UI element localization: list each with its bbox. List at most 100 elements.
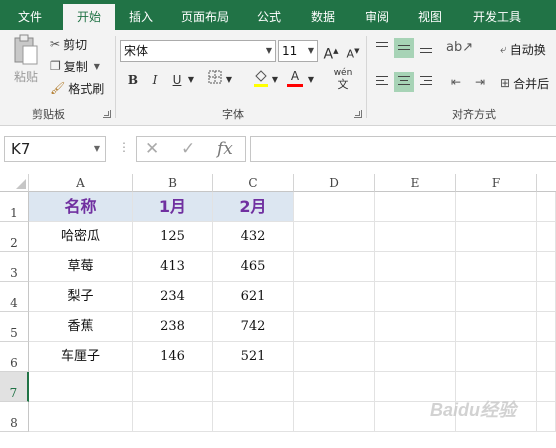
clipboard-launcher-icon[interactable] bbox=[103, 110, 111, 118]
empty-cell[interactable] bbox=[133, 372, 213, 402]
table-cell[interactable]: 521 bbox=[213, 342, 294, 372]
borders-dropdown-icon[interactable]: ▼ bbox=[224, 70, 234, 90]
column-header-g[interactable] bbox=[537, 174, 556, 192]
table-cell[interactable]: 413 bbox=[133, 252, 213, 282]
copy-button[interactable]: ❐ 复制 ▼ bbox=[50, 57, 100, 75]
enter-icon[interactable]: ✓ bbox=[181, 139, 195, 159]
empty-cell[interactable] bbox=[294, 402, 375, 432]
table-cell[interactable]: 238 bbox=[133, 312, 213, 342]
empty-cell[interactable] bbox=[537, 312, 556, 342]
table-header-cell[interactable]: 名称 bbox=[29, 192, 133, 222]
table-cell[interactable]: 234 bbox=[133, 282, 213, 312]
shrink-font-button[interactable]: A▼ bbox=[344, 41, 362, 61]
column-header-c[interactable]: C bbox=[213, 174, 294, 192]
font-size-select[interactable]: 11 ▼ bbox=[278, 40, 318, 62]
table-cell[interactable]: 梨子 bbox=[29, 282, 133, 312]
empty-cell[interactable] bbox=[456, 192, 537, 222]
row-header-1[interactable]: 1 bbox=[0, 192, 29, 222]
tab-review[interactable]: 审阅 bbox=[356, 4, 398, 30]
bold-button[interactable]: B bbox=[124, 70, 142, 90]
phonetic-button[interactable]: wén 文 bbox=[330, 68, 356, 90]
align-right-button[interactable] bbox=[416, 72, 436, 92]
table-cell[interactable]: 465 bbox=[213, 252, 294, 282]
tab-insert[interactable]: 插入 bbox=[120, 4, 162, 30]
fill-color-button[interactable] bbox=[252, 68, 270, 88]
wrap-text-button[interactable]: ⤶ 自动换 bbox=[500, 40, 546, 58]
empty-cell[interactable] bbox=[375, 192, 456, 222]
borders-button[interactable] bbox=[206, 70, 224, 90]
table-cell[interactable]: 车厘子 bbox=[29, 342, 133, 372]
column-header-e[interactable]: E bbox=[375, 174, 456, 192]
empty-cell[interactable] bbox=[294, 222, 375, 252]
align-center-button[interactable] bbox=[394, 72, 414, 92]
tab-file[interactable]: 文件 bbox=[6, 4, 54, 30]
underline-button[interactable]: U bbox=[168, 70, 186, 90]
table-cell[interactable]: 146 bbox=[133, 342, 213, 372]
copy-dropdown-icon[interactable]: ▼ bbox=[94, 62, 100, 71]
row-header-4[interactable]: 4 bbox=[0, 282, 29, 312]
empty-cell[interactable] bbox=[294, 372, 375, 402]
empty-cell[interactable] bbox=[537, 282, 556, 312]
empty-cell[interactable] bbox=[213, 372, 294, 402]
empty-cell[interactable] bbox=[537, 222, 556, 252]
row-header-8[interactable]: 8 bbox=[0, 402, 29, 432]
worksheet-grid[interactable]: A B C D E F 12345678 名称 1月 2月 哈密瓜 125 432 草莓 41… bbox=[0, 174, 556, 448]
empty-cell[interactable] bbox=[537, 402, 556, 432]
orientation-button[interactable]: ab↗ bbox=[446, 38, 473, 58]
empty-cell[interactable] bbox=[537, 192, 556, 222]
tab-formulas[interactable]: 公式 bbox=[248, 4, 290, 30]
tab-page-layout[interactable]: 页面布局 bbox=[173, 4, 237, 30]
tab-developer[interactable]: 开发工具 bbox=[466, 4, 528, 30]
align-middle-button[interactable] bbox=[394, 38, 414, 58]
column-header-f[interactable]: F bbox=[456, 174, 537, 192]
decrease-indent-button[interactable]: ⇤ bbox=[446, 72, 466, 92]
merge-center-button[interactable]: ⊞ 合并后 bbox=[500, 74, 549, 92]
empty-cell[interactable] bbox=[456, 312, 537, 342]
empty-cell[interactable] bbox=[294, 342, 375, 372]
empty-cell[interactable] bbox=[294, 252, 375, 282]
insert-function-icon[interactable]: fx bbox=[217, 139, 233, 159]
table-cell[interactable]: 742 bbox=[213, 312, 294, 342]
empty-cell[interactable] bbox=[456, 282, 537, 312]
align-left-button[interactable] bbox=[372, 72, 392, 92]
cancel-icon[interactable]: ✕ bbox=[145, 139, 159, 159]
empty-cell[interactable] bbox=[375, 222, 456, 252]
increase-indent-button[interactable]: ⇥ bbox=[470, 72, 490, 92]
empty-cell[interactable] bbox=[29, 402, 133, 432]
grow-font-button[interactable]: A▲ bbox=[322, 41, 340, 63]
table-cell[interactable]: 621 bbox=[213, 282, 294, 312]
column-header-a[interactable]: A bbox=[29, 174, 133, 192]
table-header-cell[interactable]: 1月 bbox=[133, 192, 213, 222]
empty-cell[interactable] bbox=[133, 402, 213, 432]
empty-cell[interactable] bbox=[375, 342, 456, 372]
row-header-2[interactable]: 2 bbox=[0, 222, 29, 252]
align-top-button[interactable] bbox=[372, 38, 392, 58]
underline-dropdown-icon[interactable]: ▼ bbox=[186, 70, 196, 90]
empty-cell[interactable] bbox=[294, 192, 375, 222]
align-bottom-button[interactable] bbox=[416, 38, 436, 58]
empty-cell[interactable] bbox=[537, 252, 556, 282]
row-header-3[interactable]: 3 bbox=[0, 252, 29, 282]
font-color-button[interactable]: A bbox=[286, 68, 304, 88]
font-name-select[interactable]: 宋体 ▼ bbox=[120, 40, 276, 62]
column-header-b[interactable]: B bbox=[133, 174, 213, 192]
empty-cell[interactable] bbox=[294, 282, 375, 312]
empty-cell[interactable] bbox=[213, 402, 294, 432]
empty-cell[interactable] bbox=[294, 312, 375, 342]
column-header-d[interactable]: D bbox=[294, 174, 375, 192]
table-cell[interactable]: 432 bbox=[213, 222, 294, 252]
empty-cell[interactable] bbox=[456, 342, 537, 372]
formula-input[interactable] bbox=[250, 136, 556, 162]
table-cell[interactable]: 草莓 bbox=[29, 252, 133, 282]
table-header-cell[interactable]: 2月 bbox=[213, 192, 294, 222]
font-launcher-icon[interactable] bbox=[354, 110, 362, 118]
font-color-dropdown-icon[interactable]: ▼ bbox=[306, 70, 316, 90]
empty-cell[interactable] bbox=[375, 282, 456, 312]
empty-cell[interactable] bbox=[537, 372, 556, 402]
empty-cell[interactable] bbox=[537, 342, 556, 372]
row-header-5[interactable]: 5 bbox=[0, 312, 29, 342]
empty-cell[interactable] bbox=[375, 252, 456, 282]
name-box[interactable]: K7 ▼ bbox=[4, 136, 106, 162]
fill-color-dropdown-icon[interactable]: ▼ bbox=[270, 70, 280, 90]
empty-cell[interactable] bbox=[375, 312, 456, 342]
